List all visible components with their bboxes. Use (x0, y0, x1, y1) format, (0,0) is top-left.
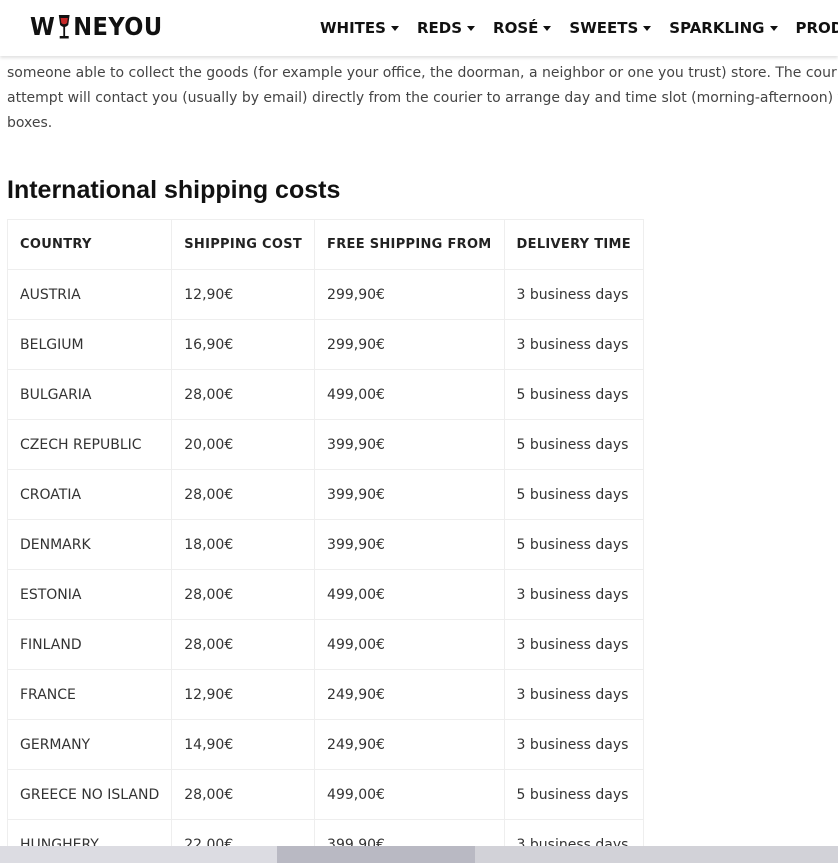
cell-delivery-time: 3 business days (503, 319, 644, 370)
bottom-taskbar (0, 846, 838, 863)
cell-country: CZECH REPUBLIC (6, 419, 173, 470)
table-row: CZECH REPUBLIC 20,00€ 399,90€ 5 business da… (6, 419, 644, 470)
nav-item-reds[interactable]: REDS (416, 19, 476, 37)
cell-shipping-cost: 12,90€ (171, 669, 316, 720)
table-row: FRANCE 12,90€ 249,90€ 3 business days (6, 669, 644, 720)
nav-item-whites[interactable]: WHITES (320, 19, 399, 37)
caret-down-icon (643, 25, 652, 31)
nav-item-sweets[interactable]: SWEETS (569, 19, 652, 37)
taskbar-segment (277, 846, 475, 863)
table-row: BULGARIA 28,00€ 499,00€ 5 business days (6, 369, 644, 420)
cell-free-shipping-from: 249,90€ (314, 719, 505, 770)
cell-country: ESTONIA (6, 569, 173, 620)
wineyou-logo[interactable]: W NEYOU (30, 12, 163, 41)
cell-delivery-time: 5 business days (503, 469, 644, 520)
cell-delivery-time: 5 business days (503, 769, 644, 820)
table-row: CROATIA 28,00€ 399,90€ 5 business days (6, 469, 644, 520)
cell-delivery-time: 3 business days (503, 719, 644, 770)
nav-label: WHITES (320, 19, 386, 37)
table-row: BELGIUM 16,90€ 299,90€ 3 business days (6, 319, 644, 370)
table-row: ESTONIA 28,00€ 499,00€ 3 business days (6, 569, 644, 620)
cell-delivery-time: 5 business days (503, 419, 644, 470)
intro-line: boxes. (7, 115, 53, 131)
table-row: GREECE NO ISLAND 28,00€ 499,00€ 5 business … (6, 769, 644, 820)
cell-country: BULGARIA (6, 369, 173, 420)
nav-item-produce[interactable]: PRODUCE (796, 19, 838, 37)
cell-shipping-cost: 18,00€ (171, 519, 316, 570)
cell-shipping-cost: 28,00€ (171, 619, 316, 670)
cell-delivery-time: 5 business days (503, 519, 644, 570)
caret-down-icon (390, 25, 399, 31)
table-row: GERMANY 14,90€ 249,90€ 3 business days (6, 719, 644, 770)
intro-line: someone able to collect the goods (for e… (7, 65, 838, 81)
table-body: AUSTRIA 12,90€ 299,90€ 3 business days BELGI… (6, 269, 644, 863)
cell-free-shipping-from: 399,90€ (314, 519, 505, 570)
taskbar-segment (0, 846, 277, 863)
cell-shipping-cost: 28,00€ (171, 769, 316, 820)
cell-free-shipping-from: 299,90€ (314, 269, 505, 320)
cell-delivery-time: 3 business days (503, 569, 644, 620)
main-nav: WHITES REDS ROSÉ SWEETS SPARKLING PRODUC… (320, 0, 838, 56)
cell-shipping-cost: 14,90€ (171, 719, 316, 770)
site-header: W NEYOU WHITES REDS ROSÉ SWEETS SPARKLIN… (0, 0, 838, 56)
nav-label: SPARKLING (669, 19, 765, 37)
cell-free-shipping-from: 499,00€ (314, 619, 505, 670)
cell-free-shipping-from: 499,00€ (314, 769, 505, 820)
nav-label: ROSÉ (493, 19, 539, 37)
column-header-free-shipping: FREE SHIPPING FROM (314, 219, 505, 270)
section-title: International shipping costs (7, 176, 341, 204)
cell-free-shipping-from: 249,90€ (314, 669, 505, 720)
cell-delivery-time: 3 business days (503, 669, 644, 720)
caret-down-icon (543, 25, 552, 31)
nav-label: PRODUCE (795, 19, 838, 37)
table-row: DENMARK 18,00€ 399,90€ 5 business days (6, 519, 644, 570)
intro-line: attempt will contact you (usually by ema… (7, 90, 838, 106)
cell-shipping-cost: 28,00€ (171, 569, 316, 620)
wine-glass-icon (58, 14, 70, 38)
cell-delivery-time: 3 business days (503, 619, 644, 670)
nav-item-sparkling[interactable]: SPARKLING (669, 19, 778, 37)
cell-shipping-cost: 28,00€ (171, 469, 316, 520)
table-row: FINLAND 28,00€ 499,00€ 3 business days (6, 619, 644, 670)
cell-free-shipping-from: 399,90€ (314, 469, 505, 520)
cell-shipping-cost: 12,90€ (171, 269, 316, 320)
cell-shipping-cost: 16,90€ (171, 319, 316, 370)
nav-label: REDS (416, 19, 463, 37)
cell-country: GERMANY (6, 719, 173, 770)
taskbar-segment (475, 846, 838, 863)
column-header-delivery-time: DELIVERY TIME (503, 219, 644, 270)
nav-item-rose[interactable]: ROSÉ (493, 19, 552, 37)
caret-down-icon (769, 25, 778, 31)
cell-country: AUSTRIA (6, 269, 173, 320)
cell-delivery-time: 3 business days (503, 269, 644, 320)
cell-country: BELGIUM (6, 319, 173, 370)
cell-shipping-cost: 28,00€ (171, 369, 316, 420)
cell-free-shipping-from: 499,00€ (314, 369, 505, 420)
caret-down-icon (467, 25, 476, 31)
column-header-shipping-cost: SHIPPING COST (171, 219, 316, 270)
cell-free-shipping-from: 299,90€ (314, 319, 505, 370)
cell-country: FRANCE (6, 669, 173, 720)
cell-free-shipping-from: 499,00€ (314, 569, 505, 620)
nav-label: SWEETS (569, 19, 639, 37)
cell-country: CROATIA (6, 469, 173, 520)
column-header-country: COUNTRY (6, 219, 173, 270)
table-header-row: COUNTRY SHIPPING COST FREE SHIPPING FROM… (6, 219, 644, 270)
logo-letter-w: W (30, 12, 56, 41)
cell-country: DENMARK (6, 519, 173, 570)
shipping-costs-table: COUNTRY SHIPPING COST FREE SHIPPING FROM… (6, 219, 644, 863)
cell-delivery-time: 5 business days (503, 369, 644, 420)
shipping-table-container: COUNTRY SHIPPING COST FREE SHIPPING FROM… (6, 219, 644, 863)
logo-wordmark: NEYOU (73, 12, 163, 41)
table-row: AUSTRIA 12,90€ 299,90€ 3 business days (6, 269, 644, 320)
cell-shipping-cost: 20,00€ (171, 419, 316, 470)
cell-country: GREECE NO ISLAND (6, 769, 173, 820)
cell-country: FINLAND (6, 619, 173, 670)
page: W NEYOU WHITES REDS ROSÉ SWEETS SPARKLIN… (0, 0, 838, 863)
cell-free-shipping-from: 399,90€ (314, 419, 505, 470)
